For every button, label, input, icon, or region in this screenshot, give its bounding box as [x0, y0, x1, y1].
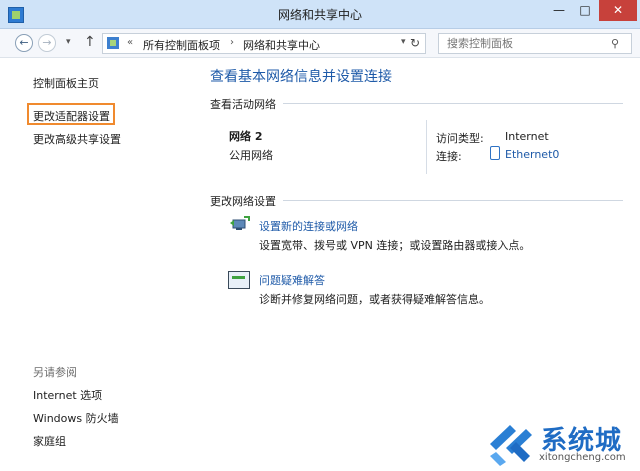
title-bar: 网络和共享中心 — □ ✕	[0, 0, 640, 29]
see-also-heading: 另请参阅	[33, 366, 77, 379]
maximize-button[interactable]: □	[572, 0, 598, 21]
breadcrumb-network-center[interactable]: 网络和共享中心	[243, 37, 320, 53]
active-networks-heading: 查看活动网络	[210, 98, 276, 111]
breadcrumb-all-items[interactable]: 所有控制面板项	[143, 37, 220, 53]
vertical-divider	[426, 120, 427, 174]
access-type-value: Internet	[505, 130, 549, 143]
control-panel-home-link[interactable]: 控制面板主页	[33, 75, 99, 91]
setup-connection-link[interactable]: 设置新的连接或网络	[259, 218, 358, 234]
back-button[interactable]: ←	[15, 34, 33, 52]
troubleshoot-icon[interactable]	[228, 271, 250, 289]
section-divider	[283, 103, 623, 104]
change-network-settings-heading: 更改网络设置	[210, 195, 276, 208]
connections-label: 连接:	[436, 150, 462, 163]
breadcrumb-overflow[interactable]: «	[127, 37, 133, 48]
search-input[interactable]	[445, 36, 609, 51]
forward-button[interactable]: →	[38, 34, 56, 52]
minimize-button[interactable]: —	[546, 0, 572, 21]
windows-firewall-link[interactable]: Windows 防火墙	[33, 410, 119, 426]
search-box[interactable]: ⚲	[438, 33, 632, 54]
window-title: 网络和共享中心	[277, 8, 362, 22]
breadcrumb-separator[interactable]: ›	[230, 37, 234, 48]
up-button[interactable]: ↑	[84, 34, 96, 50]
watermark-logo-icon	[490, 425, 532, 466]
troubleshoot-description: 诊断并修复网络问题，或者获得疑难解答信息。	[259, 293, 490, 306]
control-panel-icon	[107, 37, 119, 49]
ethernet-icon	[490, 146, 500, 160]
search-icon[interactable]: ⚲	[611, 37, 619, 50]
internet-options-link[interactable]: Internet 选项	[33, 387, 102, 403]
troubleshoot-link[interactable]: 问题疑难解答	[259, 272, 325, 288]
section-divider	[283, 200, 623, 201]
recent-locations-button[interactable]: ▾	[66, 37, 71, 47]
address-bar[interactable]: « 所有控制面板项 › 网络和共享中心 ▾	[102, 33, 426, 54]
setup-connection-description: 设置宽带、拨号或 VPN 连接；或设置路由器或接入点。	[259, 239, 531, 252]
network-name: 网络 2	[229, 130, 263, 143]
change-advanced-sharing-link[interactable]: 更改高级共享设置	[33, 131, 121, 147]
network-type[interactable]: 公用网络	[229, 147, 273, 163]
page-title: 查看基本网络信息并设置连接	[210, 69, 392, 85]
homegroup-link[interactable]: 家庭组	[33, 433, 66, 449]
access-type-label: 访问类型:	[436, 132, 484, 145]
ethernet-connection-link[interactable]: Ethernet0	[505, 148, 559, 161]
address-dropdown-button[interactable]: ▾	[401, 37, 406, 47]
setup-connection-icon[interactable]	[230, 215, 250, 233]
refresh-button[interactable]: ↻	[410, 36, 420, 50]
change-adapter-settings-link[interactable]: 更改适配器设置	[33, 108, 110, 124]
close-button[interactable]: ✕	[599, 0, 637, 21]
watermark-url: xitongcheng.com	[539, 452, 626, 463]
